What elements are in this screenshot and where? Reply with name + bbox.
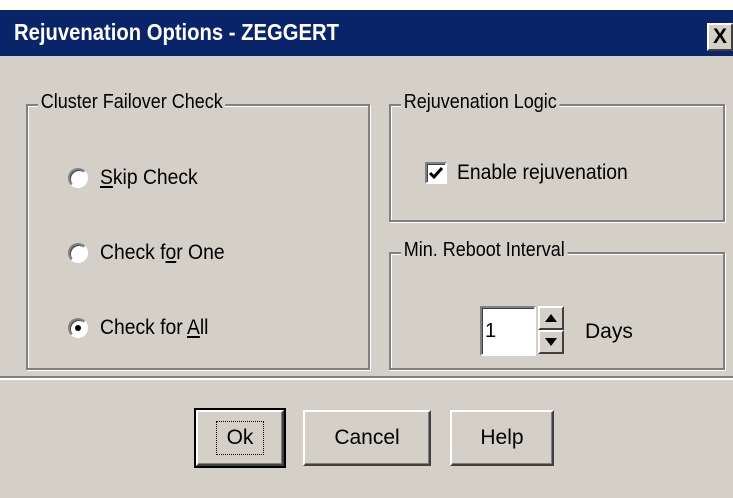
spin-up-button[interactable] bbox=[538, 306, 564, 330]
radio-check-for-one[interactable]: Check for One bbox=[68, 241, 235, 265]
ok-button-label: Ok bbox=[215, 421, 265, 455]
ok-button[interactable]: Ok bbox=[194, 408, 286, 468]
reboot-interval-input[interactable]: 1 bbox=[480, 306, 536, 356]
close-icon: X bbox=[712, 25, 727, 48]
enable-rejuvenation-checkbox[interactable]: Enable rejuvenation bbox=[425, 161, 643, 185]
checkmark-icon bbox=[428, 167, 444, 180]
radio-check-for-all[interactable]: Check for All bbox=[68, 316, 218, 340]
radio-skip-check[interactable]: Skip Check bbox=[68, 166, 206, 190]
enable-rejuvenation-label: Enable rejuvenation bbox=[457, 161, 628, 184]
radio-selected-dot-icon bbox=[75, 325, 81, 331]
cluster-failover-group: Cluster Failover Check Skip Check Check … bbox=[26, 91, 370, 370]
separator bbox=[0, 376, 733, 380]
dialog-client: Cluster Failover Check Skip Check Check … bbox=[0, 56, 733, 498]
window-title: Rejuvenation Options - ZEGGERT bbox=[14, 19, 339, 45]
cluster-failover-legend: Cluster Failover Check bbox=[38, 91, 226, 114]
radio-check-for-all-label: Check for All bbox=[100, 316, 209, 339]
rejuvenation-logic-group: Rejuvenation Logic Enable rejuvenation bbox=[389, 91, 725, 222]
days-label: Days bbox=[585, 320, 633, 343]
reboot-interval-legend: Min. Reboot Interval bbox=[401, 239, 568, 262]
arrow-up-icon bbox=[545, 314, 557, 322]
radio-skip-check-label: Skip Check bbox=[100, 166, 198, 189]
title-bar: Rejuvenation Options - ZEGGERT X bbox=[0, 10, 733, 56]
radio-circle-icon bbox=[68, 168, 88, 188]
help-button-label: Help bbox=[480, 426, 524, 449]
close-button[interactable]: X bbox=[707, 23, 733, 51]
radio-check-for-one-label: Check for One bbox=[100, 241, 225, 264]
rejuvenation-logic-legend: Rejuvenation Logic bbox=[401, 91, 560, 114]
help-button[interactable]: Help bbox=[450, 410, 554, 466]
spin-down-button[interactable] bbox=[538, 330, 564, 354]
cancel-button-label: Cancel bbox=[334, 426, 400, 449]
radio-circle-icon bbox=[68, 318, 88, 338]
arrow-down-icon bbox=[545, 338, 557, 346]
cancel-button[interactable]: Cancel bbox=[303, 410, 431, 466]
checkbox-icon bbox=[425, 162, 447, 184]
radio-circle-icon bbox=[68, 243, 88, 263]
